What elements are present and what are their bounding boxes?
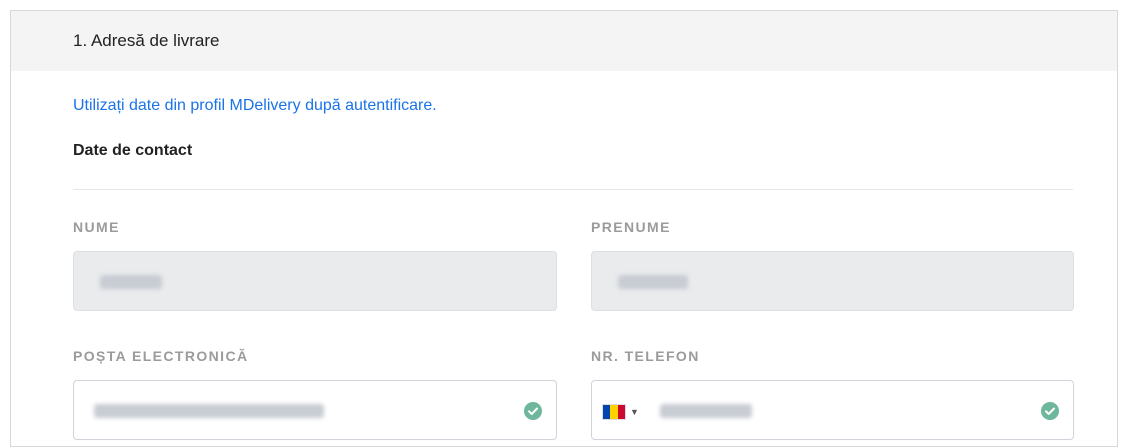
nume-label: NUME [73,219,120,235]
section-header: 1. Adresă de livrare [11,11,1117,71]
delivery-address-card: 1. Adresă de livrare Utilizați date din … [10,10,1118,447]
prenume-label: PRENUME [591,219,671,235]
login-profile-link[interactable]: Utilizați date din profil MDelivery după… [73,97,437,115]
moldova-flag-icon[interactable] [602,404,626,420]
email-value-redacted [94,404,324,418]
contact-section-title: Date de contact [73,142,193,159]
caret-down-icon[interactable]: ▼ [630,407,639,417]
section-divider [73,189,1073,190]
prenume-field [591,251,1074,311]
check-circle-icon [524,402,542,420]
nume-field [73,251,557,311]
section-title: 1. Adresă de livrare [73,31,220,50]
phone-label: NR. TELEFON [591,348,700,364]
email-label: POȘTA ELECTRONICĂ [73,348,249,364]
email-input[interactable] [73,380,557,440]
phone-value-redacted [660,404,752,418]
check-circle-icon [1041,402,1059,420]
nume-value-redacted [100,275,162,289]
phone-input[interactable]: ▼ [591,380,1074,440]
prenume-value-redacted [618,275,688,289]
